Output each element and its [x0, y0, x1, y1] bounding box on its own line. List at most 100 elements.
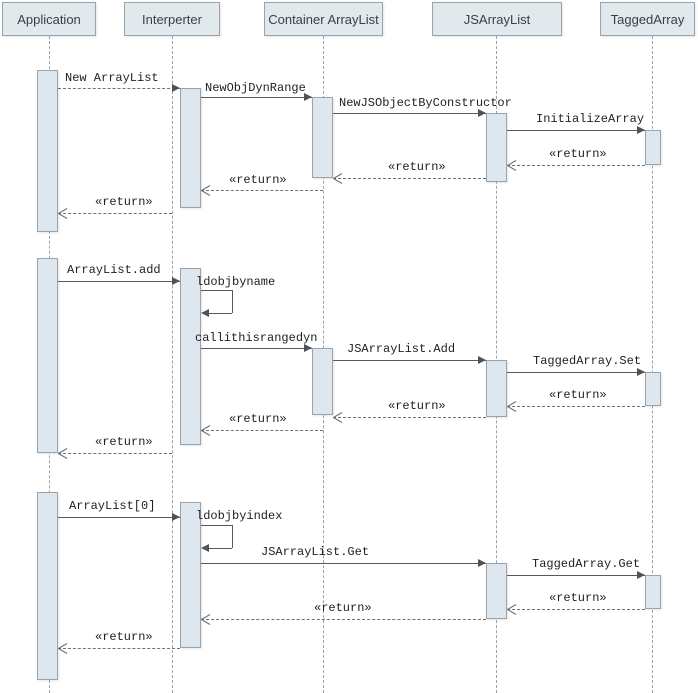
message-line-m6 — [333, 178, 486, 179]
message-label-m7: «return» — [229, 173, 287, 187]
message-label-m14: «return» — [549, 388, 607, 402]
arrow-head-filled-right-icon — [478, 559, 486, 567]
message-label-m20: JSArrayList.Get — [261, 545, 370, 559]
arrow-head-filled-right-icon — [478, 356, 486, 364]
message-label-m2: NewObjDynRange — [205, 81, 306, 95]
self-message-top-segment — [201, 525, 232, 526]
activation-bar-interperter[interactable] — [180, 88, 201, 208]
message-label-m22: «return» — [549, 591, 607, 605]
message-line-m14 — [507, 406, 645, 407]
message-line-m16 — [201, 430, 323, 431]
message-label-m17: «return» — [95, 435, 153, 449]
activation-bar-container_arraylist[interactable] — [312, 97, 333, 178]
activation-bar-taggedarray[interactable] — [645, 372, 661, 406]
message-label-m9: ArrayList.add — [67, 263, 161, 277]
arrow-head-open-left-icon — [333, 172, 343, 184]
message-label-m11: callithisrangedyn — [195, 331, 318, 345]
message-line-m23 — [201, 619, 486, 620]
arrow-head-open-left-icon — [58, 642, 68, 654]
message-label-m23: «return» — [314, 601, 372, 615]
self-message-bottom-segment — [209, 548, 232, 549]
participant-label: Interperter — [142, 11, 202, 27]
self-message-top-segment — [201, 290, 232, 291]
activation-bar-taggedarray[interactable] — [645, 575, 661, 609]
participant-header-application[interactable]: Application — [2, 2, 96, 36]
activation-bar-taggedarray[interactable] — [645, 130, 661, 165]
message-line-m4 — [507, 130, 645, 131]
arrow-head-filled-right-icon — [637, 368, 645, 376]
message-line-m3 — [333, 113, 486, 114]
arrow-head-filled-left-icon — [201, 309, 209, 317]
message-line-m21 — [507, 575, 645, 576]
message-label-m13: TaggedArray.Set — [533, 354, 642, 368]
message-line-m12 — [333, 360, 486, 361]
arrow-head-filled-right-icon — [304, 344, 312, 352]
message-line-m18 — [58, 517, 180, 518]
message-line-m24 — [58, 648, 180, 649]
arrow-head-filled-right-icon — [478, 109, 486, 117]
arrow-head-open-left-icon — [333, 411, 343, 423]
message-line-m22 — [507, 609, 645, 610]
activation-bar-container_arraylist[interactable] — [312, 348, 333, 415]
message-line-m5 — [507, 165, 645, 166]
message-label-m21: TaggedArray.Get — [532, 557, 641, 571]
arrow-head-open-left-icon — [58, 447, 68, 459]
message-line-m2 — [201, 97, 312, 98]
participant-label: JSArrayList — [463, 11, 531, 27]
activation-bar-application[interactable] — [37, 70, 58, 232]
participant-header-interperter[interactable]: Interperter — [124, 2, 220, 36]
message-label-m15: «return» — [388, 399, 446, 413]
activation-bar-application[interactable] — [37, 492, 58, 680]
arrow-head-filled-right-icon — [637, 126, 645, 134]
message-line-m7 — [201, 190, 323, 191]
participant-header-jsarraylist[interactable]: JSArrayList — [432, 2, 562, 36]
self-message-bottom-segment — [209, 313, 232, 314]
message-label-m24: «return» — [95, 630, 153, 644]
activation-bar-interperter[interactable] — [180, 502, 201, 648]
message-line-m20 — [201, 563, 486, 564]
message-label-m18: ArrayList[0] — [69, 499, 156, 513]
arrow-head-open-left-icon — [201, 424, 211, 436]
arrow-head-open-left-icon — [201, 613, 211, 625]
activation-bar-application[interactable] — [37, 258, 58, 453]
message-label-m19: ldobjbyindex — [196, 509, 283, 523]
activation-bar-jsarraylist[interactable] — [486, 563, 507, 619]
activation-bar-jsarraylist[interactable] — [486, 360, 507, 417]
arrow-head-filled-right-icon — [172, 513, 180, 521]
arrow-head-filled-right-icon — [172, 84, 180, 92]
message-label-m5: «return» — [549, 147, 607, 161]
message-label-m8: «return» — [95, 195, 153, 209]
message-label-m3: NewJSObjectByConstructor — [339, 96, 512, 110]
message-line-m1 — [58, 88, 180, 89]
message-line-m9 — [58, 281, 180, 282]
arrow-head-open-left-icon — [58, 207, 68, 219]
message-label-m12: JSArrayList.Add — [347, 342, 456, 356]
participant-label: Application — [17, 11, 81, 27]
self-message-right-segment — [232, 290, 233, 313]
message-line-m15 — [333, 417, 486, 418]
message-label-m10: ldobjbyname — [196, 275, 276, 289]
participant-label: TaggedArray — [610, 11, 685, 27]
message-line-m11 — [201, 348, 312, 349]
arrow-head-open-left-icon — [507, 603, 517, 615]
sequence-diagram-canvas: Application Interperter Container ArrayLis… — [0, 0, 698, 693]
message-label-m6: «return» — [388, 160, 446, 174]
activation-bar-interperter[interactable] — [180, 268, 201, 445]
message-line-m8 — [58, 213, 172, 214]
self-message-right-segment — [232, 525, 233, 548]
arrow-head-open-left-icon — [507, 400, 517, 412]
activation-bar-jsarraylist[interactable] — [486, 113, 507, 182]
arrow-head-filled-right-icon — [172, 277, 180, 285]
participant-header-container_arraylist[interactable]: Container ArrayList — [264, 2, 383, 36]
arrow-head-filled-left-icon — [201, 544, 209, 552]
message-label-m16: «return» — [229, 412, 287, 426]
message-line-m17 — [58, 453, 172, 454]
lifeline-interperter — [172, 36, 173, 693]
arrow-head-filled-right-icon — [637, 571, 645, 579]
participant-header-taggedarray[interactable]: TaggedArray — [600, 2, 695, 36]
message-label-m4: InitializeArray — [536, 112, 645, 126]
participant-label: Container ArrayList — [268, 11, 379, 27]
arrow-head-open-left-icon — [201, 184, 211, 196]
message-line-m13 — [507, 372, 645, 373]
message-label-m1: New ArrayList — [65, 71, 159, 85]
